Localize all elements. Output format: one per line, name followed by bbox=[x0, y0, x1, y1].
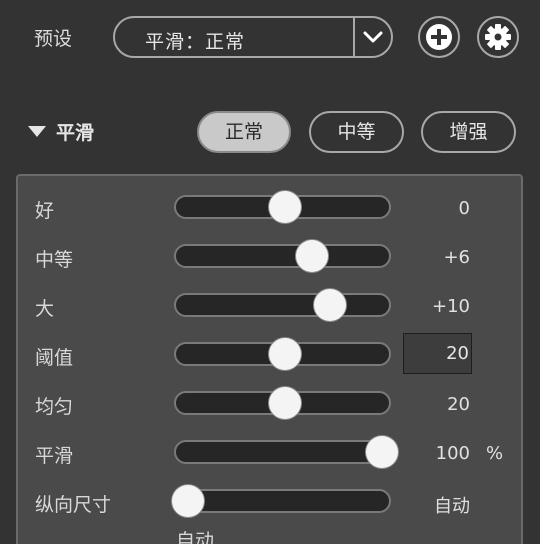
mode-strong-button[interactable]: 增强 bbox=[421, 111, 516, 153]
slider-label-fine: 好 bbox=[35, 200, 55, 222]
mode-normal-button[interactable]: 正常 bbox=[197, 111, 291, 153]
slider-smooth[interactable] bbox=[174, 436, 398, 468]
add-preset-button[interactable] bbox=[418, 16, 460, 58]
slider-knob[interactable] bbox=[313, 289, 346, 321]
plus-icon bbox=[426, 24, 452, 50]
chevron-down-icon[interactable] bbox=[361, 27, 385, 47]
slider-uniform[interactable] bbox=[174, 387, 391, 419]
slider-label-vertical-size: 纵向尺寸 bbox=[35, 494, 112, 516]
slider-label-smooth: 平滑 bbox=[35, 445, 74, 467]
slider-knob[interactable] bbox=[269, 387, 301, 419]
slider-knob[interactable] bbox=[172, 485, 204, 517]
preset-dropdown[interactable]: 平滑：正常 bbox=[113, 16, 393, 58]
slider-large[interactable] bbox=[174, 289, 391, 321]
slider-value-vertical-size: 自动 bbox=[434, 496, 470, 517]
slider-knob[interactable] bbox=[296, 240, 329, 272]
slider-threshold[interactable] bbox=[174, 338, 391, 370]
slider-value-uniform: 20 bbox=[447, 394, 470, 415]
section-title: 平滑 bbox=[56, 122, 95, 144]
mode-medium-button[interactable]: 中等 bbox=[309, 111, 404, 153]
slider-value-smooth: 100 bbox=[435, 443, 470, 464]
percent-unit: % bbox=[486, 443, 504, 464]
slider-label-threshold: 阈值 bbox=[35, 347, 74, 369]
slider-label-medium: 中等 bbox=[35, 249, 74, 271]
auto-label: 自动 bbox=[176, 530, 215, 544]
threshold-value-input[interactable]: 20 bbox=[403, 333, 472, 374]
preset-selected-value: 平滑：正常 bbox=[145, 31, 246, 53]
slider-vertical-size[interactable] bbox=[172, 485, 391, 517]
dropdown-divider bbox=[353, 18, 355, 56]
slider-value-medium: +6 bbox=[443, 247, 470, 268]
smoothing-settings-page: 预设 平滑：正常 平滑 正常 中等 增强 好 0 中等 +6 大 +10 阈值 … bbox=[0, 0, 540, 544]
slider-value-large: +10 bbox=[432, 296, 470, 317]
gear-icon bbox=[485, 24, 511, 50]
slider-label-large: 大 bbox=[35, 298, 55, 320]
triangle-down-icon bbox=[28, 126, 46, 137]
preset-label: 预设 bbox=[34, 28, 73, 50]
slider-knob[interactable] bbox=[366, 436, 398, 468]
slider-knob[interactable] bbox=[269, 191, 301, 223]
slider-value-fine: 0 bbox=[458, 198, 470, 219]
slider-fine[interactable] bbox=[174, 191, 391, 223]
preset-settings-button[interactable] bbox=[477, 16, 519, 58]
threshold-value-text: 20 bbox=[446, 343, 469, 364]
slider-label-uniform: 均匀 bbox=[35, 396, 74, 418]
slider-knob[interactable] bbox=[269, 338, 301, 370]
slider-medium[interactable] bbox=[174, 240, 391, 272]
